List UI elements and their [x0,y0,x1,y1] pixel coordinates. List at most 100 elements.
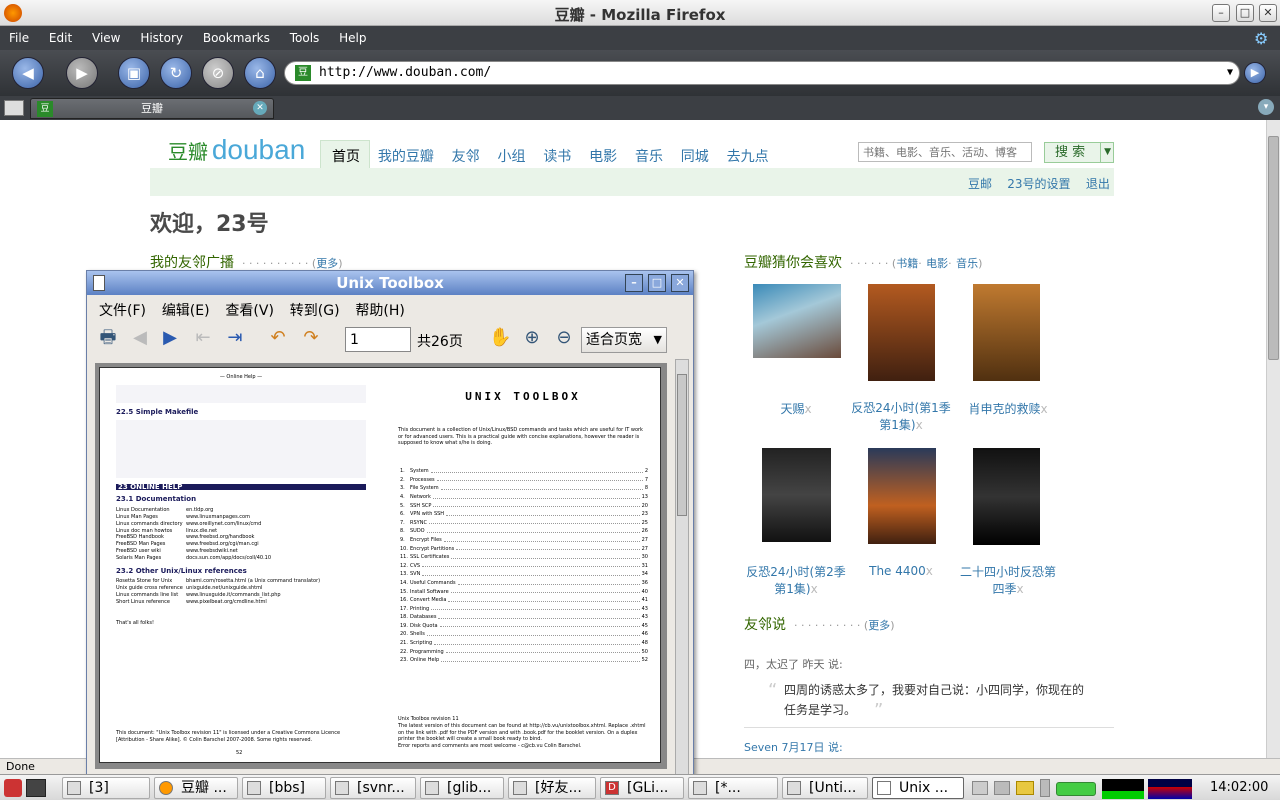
prev-page-icon[interactable]: ◀ [129,327,151,349]
toc-entry[interactable]: 19. Disk Quota 45 [400,622,648,631]
toc-entry[interactable]: 16. Convert Media 41 [400,596,648,605]
tab-menu-icon[interactable]: ▾ [1258,99,1274,115]
zoom-in-icon[interactable]: ⊕ [521,327,543,349]
toc-entry[interactable]: 15. Install Software 40 [400,588,648,597]
url-bar[interactable]: 豆 http://www.douban.com/ ▼ [284,61,1240,85]
task-item[interactable]: [好友... [508,777,596,799]
new-tab-icon[interactable]: ▣ [118,57,150,89]
task-item[interactable]: D [GLi... [600,777,684,799]
document-area[interactable]: — Online Help — 22.5 Simple Makefile 23 … [95,363,667,769]
toc-entry[interactable]: 9. Encrypt Files 27 [400,536,648,545]
poster-image[interactable] [762,448,831,542]
task-item[interactable]: [glib... [420,777,504,799]
nav-mine[interactable]: 我的豆瓣 [378,146,434,166]
guess-music-link[interactable]: 音乐 [956,257,978,270]
more-link[interactable]: 更多 [316,257,338,270]
stop-icon[interactable]: ⊘ [202,57,234,89]
toc-entry[interactable]: 13. SVN 34 [400,570,648,579]
viewer-maximize-button[interactable]: □ [648,274,666,292]
forward-button[interactable]: ▶ [66,57,98,89]
task-item[interactable]: [svnr... [330,777,416,799]
toc-entry[interactable]: 6. VPN with SSH 23 [400,510,648,519]
search-input[interactable] [858,142,1032,162]
task-item[interactable]: [Unti... [782,777,868,799]
undo-icon[interactable]: ↶ [267,327,289,349]
link-logout[interactable]: 退出 [1086,177,1110,191]
movie-title[interactable]: 反恐24小时(第1季第1集)x [848,400,954,434]
task-item[interactable]: [3] [62,777,150,799]
clock[interactable]: 14:02:00 [1210,780,1268,795]
viewer-menu-go[interactable]: 转到(G) [290,300,340,320]
viewer-menu-edit[interactable]: 编辑(E) [162,300,210,320]
toc-entry[interactable]: 2. Processes 7 [400,476,648,485]
menu-history[interactable]: History [140,26,183,45]
movie-title[interactable]: The 4400x [848,564,954,578]
toc-entry[interactable]: 11. SSL Certificates 30 [400,553,648,562]
scrollbar-thumb[interactable] [1268,136,1279,360]
poster-image[interactable] [868,448,936,544]
toc-entry[interactable]: 5. SSH SCP 20 [400,502,648,511]
menu-file[interactable]: File [9,26,29,45]
redo-icon[interactable]: ↷ [300,327,322,349]
viewer-menu-help[interactable]: 帮助(H) [355,300,404,320]
toc-entry[interactable]: 12. CVS 31 [400,562,648,571]
movie-title[interactable]: 天赐x [744,400,848,417]
guess-books-link[interactable]: 书籍 [896,257,918,270]
nav-books[interactable]: 读书 [543,146,571,166]
page-number-input[interactable] [345,327,411,352]
movie-title[interactable]: 二十四小时反恐第四季x [956,564,1060,598]
tab-douban[interactable]: 豆 豆瓣 ✕ [30,98,274,119]
toc-entry[interactable]: 18. Databases 43 [400,613,648,622]
home-icon[interactable]: ⌂ [244,57,276,89]
poster-image[interactable] [973,284,1040,381]
nav-music[interactable]: 音乐 [635,146,663,166]
toc-entry[interactable]: 14. Useful Commands 36 [400,579,648,588]
douban-logo[interactable]: 豆瓣 douban [168,134,305,166]
first-page-icon[interactable]: ⇤ [192,327,214,349]
poster-image[interactable] [868,284,935,381]
zoom-select[interactable]: 适合页宽 ▼ [581,327,667,353]
more-link[interactable]: 更多 [868,619,890,632]
zoom-out-icon[interactable]: ⊖ [553,327,575,349]
tray-icon[interactable] [972,781,988,795]
toc-entry[interactable]: 23. Online Help 52 [400,656,648,665]
nav-movies[interactable]: 电影 [589,146,617,166]
toc-entry[interactable]: 4. Network 13 [400,493,648,502]
menu-bookmarks[interactable]: Bookmarks [203,26,270,45]
task-item[interactable]: 豆瓣 ... [154,777,238,799]
print-icon[interactable]: 🖶 [97,327,119,349]
power-icon[interactable] [1040,779,1050,797]
task-item[interactable]: [*... [688,777,778,799]
nav-9point[interactable]: 去九点 [727,146,769,166]
movie-title[interactable]: 反恐24小时(第2季第1集)x [744,564,848,598]
minimize-button[interactable]: – [1212,4,1230,22]
toc-entry[interactable]: 8. SUDO 26 [400,527,648,536]
folder-icon[interactable] [1016,781,1034,795]
guess-movies-link[interactable]: 电影 [926,257,948,270]
viewer-scrollbar[interactable] [675,359,689,775]
close-button[interactable]: ✕ [1259,4,1277,22]
maximize-button[interactable]: □ [1236,4,1254,22]
printer-icon[interactable] [994,781,1010,795]
last-page-icon[interactable]: ⇥ [224,327,246,349]
go-button[interactable]: ▶ [1244,62,1266,84]
next-page-icon[interactable]: ▶ [159,327,181,349]
dropdown-arrow-icon[interactable]: ▼ [1227,62,1233,84]
task-item[interactable]: [bbs] [242,777,326,799]
task-item-active[interactable]: Unix ... [872,777,964,799]
viewer-menu-file[interactable]: 文件(F) [99,300,146,320]
toc-entry[interactable]: 20. Shells 46 [400,630,648,639]
nav-groups[interactable]: 小组 [497,146,525,166]
menu-tools[interactable]: Tools [290,26,320,45]
link-settings[interactable]: 23号的设置 [1007,177,1070,191]
tab-close-icon[interactable]: ✕ [253,101,267,115]
gear-icon[interactable]: ⚙ [1254,29,1268,48]
reload-icon[interactable]: ↻ [160,57,192,89]
back-button[interactable]: ◀ [12,57,44,89]
viewer-minimize-button[interactable]: – [625,274,643,292]
app-menu-icon[interactable] [4,779,22,797]
toc-entry[interactable]: 21. Scripting 48 [400,639,648,648]
page-scrollbar[interactable] [1266,120,1280,758]
menu-edit[interactable]: Edit [49,26,72,45]
toc-entry[interactable]: 1. System 2 [400,467,648,476]
